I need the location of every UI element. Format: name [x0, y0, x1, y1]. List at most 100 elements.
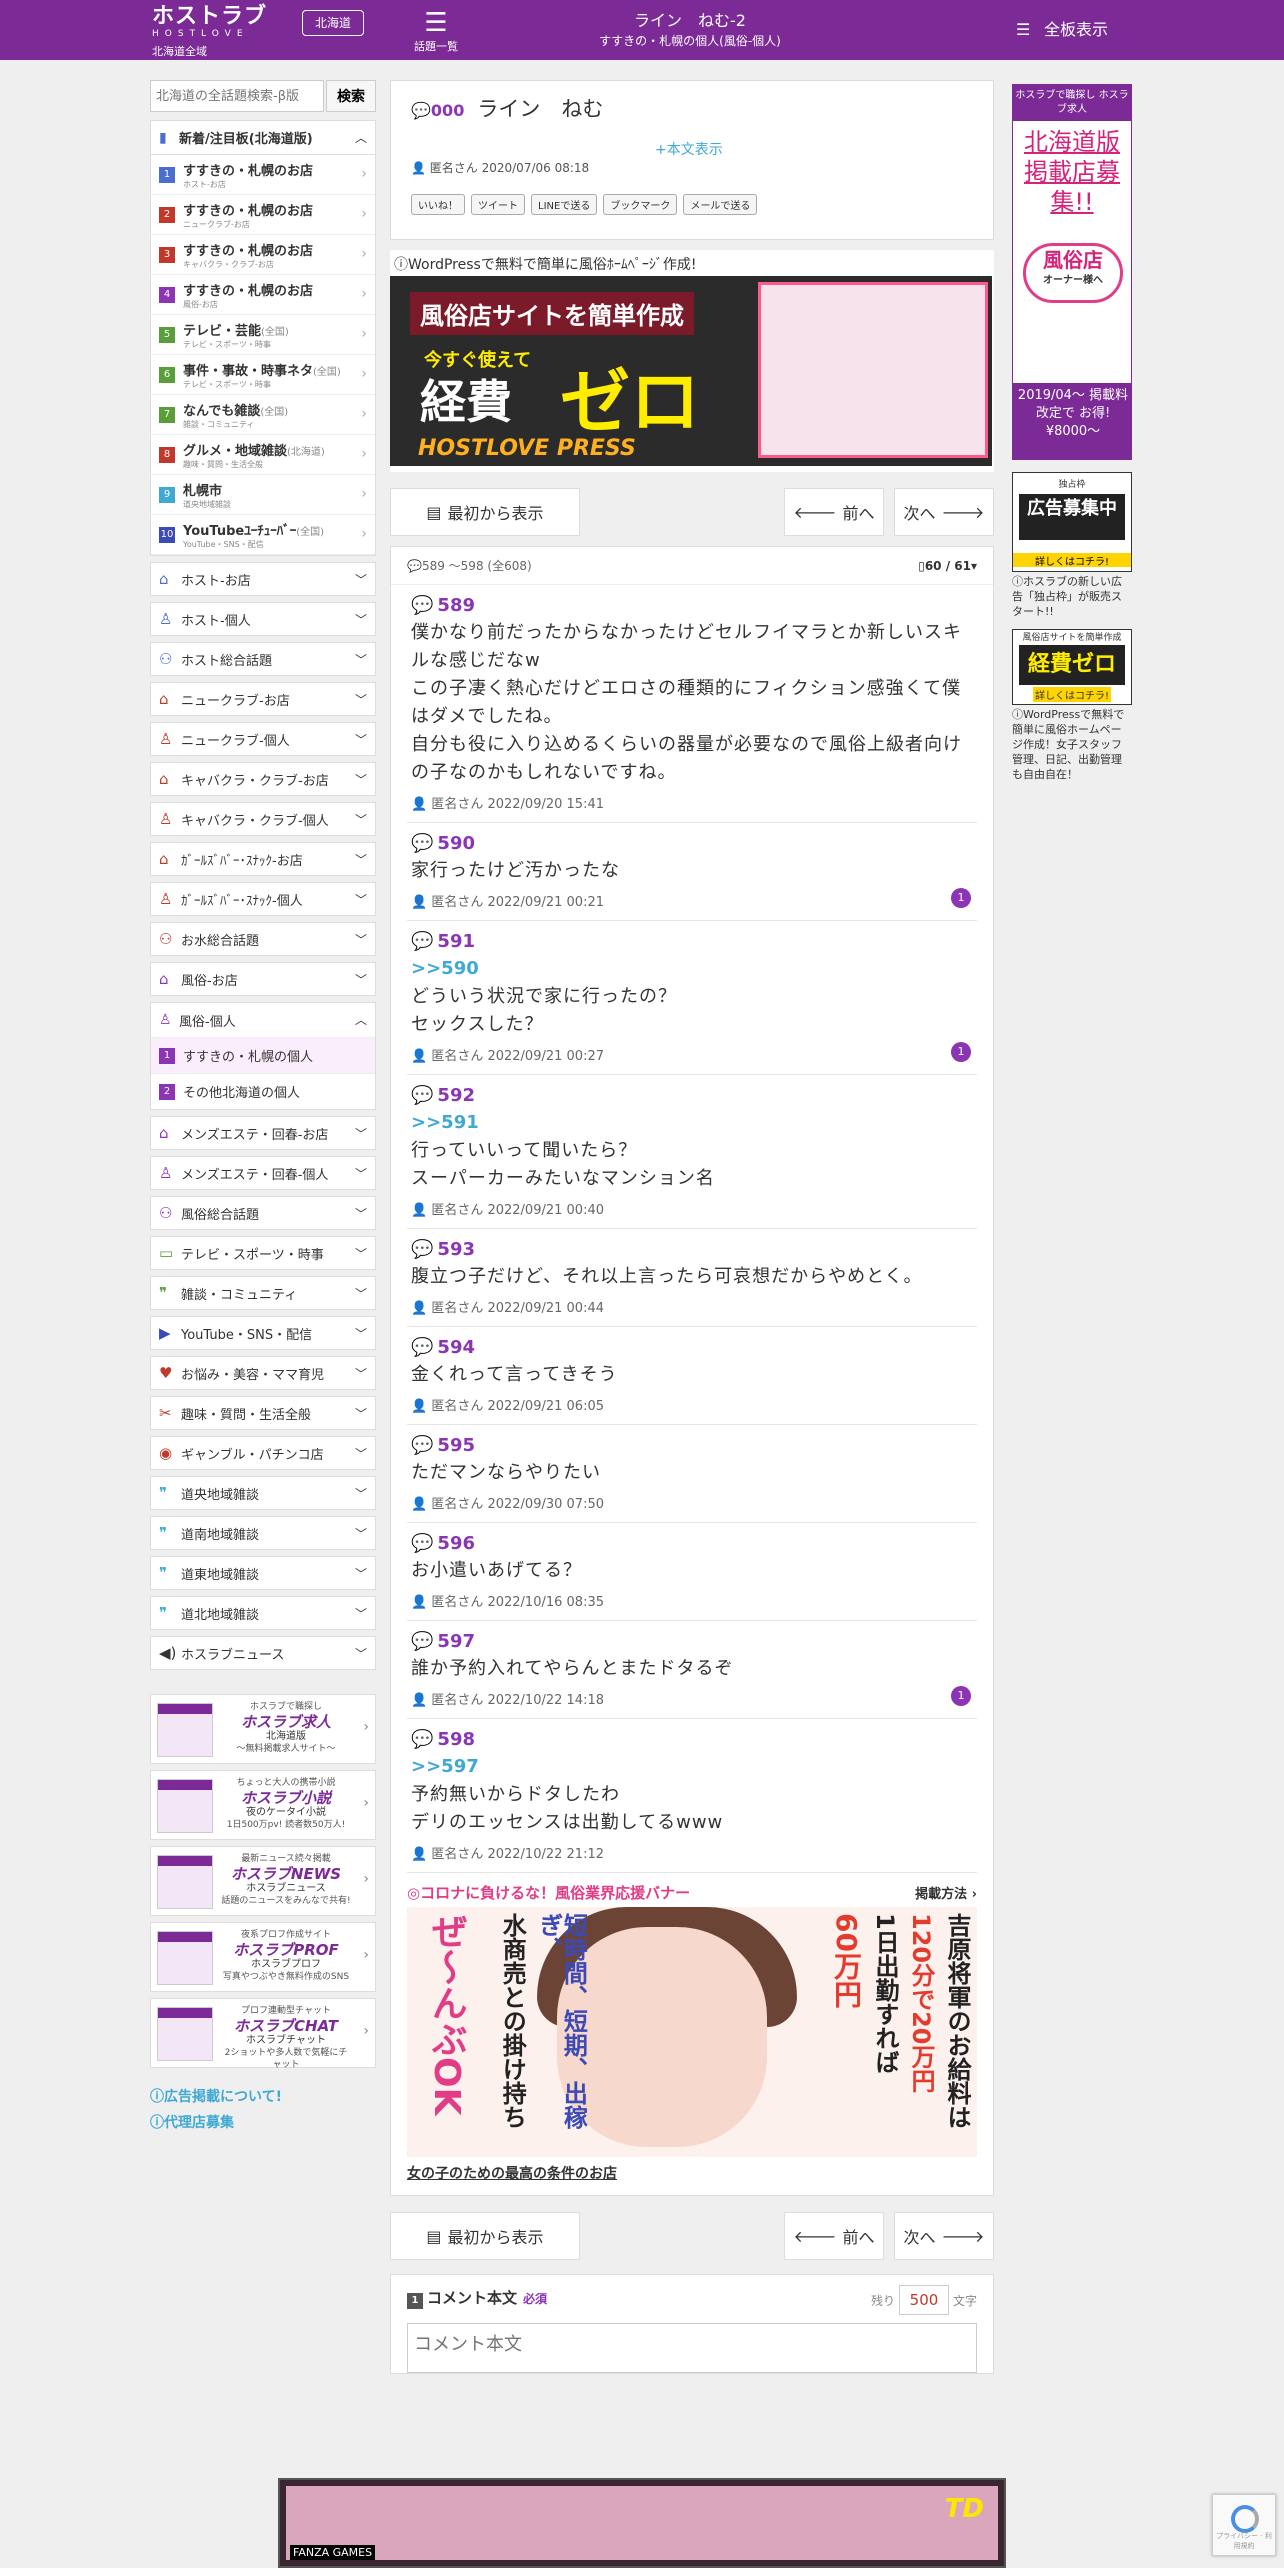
post-number-text: 595	[437, 1435, 475, 1456]
promo-banner[interactable]: ホスラブで職探し ホスラブ求人 北海道版 〜無料掲載求人サイト〜 ›	[150, 1694, 376, 1764]
post-number[interactable]: 💬 597	[411, 1629, 973, 1655]
category-item[interactable]: ⌂ メンズエステ・回春-お店 ﹀	[150, 1116, 376, 1150]
post-number[interactable]: 💬 592	[411, 1083, 973, 1109]
first-page-button-bottom[interactable]: ▤ 最初から表示	[390, 2212, 580, 2260]
post-number[interactable]: 💬 598	[411, 1727, 973, 1753]
reply-count-badge[interactable]: 1	[951, 888, 971, 908]
board-item[interactable]: 1 すすきの・札幌のお店 ホスト-お店 ›	[151, 155, 375, 195]
category-item[interactable]: ▶ YouTube・SNS・配信 ﹀	[150, 1316, 376, 1350]
category-item[interactable]: ⚇ 風俗総合話題 ﹀	[150, 1196, 376, 1230]
board-item[interactable]: 8 グルメ・地域雑談(北海道) 趣味・質問・生活全般 ›	[151, 435, 375, 475]
ad-info-text: 広告掲載について!	[164, 2089, 282, 2105]
board-item[interactable]: 6 事件・事故・時事ネタ(全国) テレビ・スポーツ・時事 ›	[151, 355, 375, 395]
category-item[interactable]: ♙ ニュークラブ-個人 ﹀	[150, 722, 376, 756]
reply-count-badge[interactable]: 1	[951, 1686, 971, 1706]
reply-anchor[interactable]: >>597	[411, 1753, 973, 1781]
facebook-like-button[interactable]: いいね！	[411, 194, 465, 215]
bookmark-button[interactable]: ブックマーク	[603, 194, 678, 215]
board-item[interactable]: 3 すすきの・札幌のお店 キャバクラ・クラブ-お店 ›	[151, 235, 375, 275]
promo-banner[interactable]: 夜系プロフ作成サイト ホスラブPROF ホスラブプロフ 写真やつぶやき無料作成のSNS…	[150, 1922, 376, 1992]
board-item[interactable]: 9 札幌市 道央地域雑談 ›	[151, 475, 375, 515]
first-page-button[interactable]: ▤ 最初から表示	[390, 488, 580, 536]
tweet-button[interactable]: ツイート	[471, 194, 525, 215]
category-item[interactable]: ♙ ホスト-個人 ﹀	[150, 602, 376, 636]
board-item[interactable]: 7 なんでも雑談(全国) 雑談・コミュニティ ›	[151, 395, 375, 435]
category-item[interactable]: ⌂ ｶﾞｰﾙｽﾞﾊﾞｰ･ｽﾅｯｸ-お店 ﹀	[150, 842, 376, 876]
category-item[interactable]: ⌂ 風俗-お店 ﹀	[150, 962, 376, 996]
category-item[interactable]: ❞ 道東地域雑談 ﹀	[150, 1556, 376, 1590]
comment-form: 1 コメント本文 必須 残り 500 文字	[390, 2274, 994, 2374]
region-button[interactable]: 北海道	[302, 10, 364, 36]
post-number[interactable]: 💬 591	[411, 929, 973, 955]
category-item[interactable]: ⚇ お水総合話題 ﹀	[150, 922, 376, 956]
category-item[interactable]: ♙ キャバクラ・クラブ-個人 ﹀	[150, 802, 376, 836]
category-item[interactable]: ⚇ ホスト総合話題 ﹀	[150, 642, 376, 676]
post-number[interactable]: 💬 590	[411, 831, 973, 857]
category-item[interactable]: ✂ 趣味・質問・生活全般 ﹀	[150, 1396, 376, 1430]
promo-banner[interactable]: 最新ニュース続々掲載 ホスラブNEWS ホスラブニュース 話題のニュースをみんなで共有…	[150, 1846, 376, 1916]
exclusive-ad-note[interactable]: ⓘホスラブの新しい広告「独占枠」が販売スタート!!	[1012, 574, 1132, 619]
page-select[interactable]: ▯60 / 61▾	[918, 559, 977, 573]
comment-textarea[interactable]	[407, 2323, 977, 2373]
post-number[interactable]: 💬 593	[411, 1237, 973, 1263]
reply-count-badge[interactable]: 1	[951, 1042, 971, 1062]
ad-info-link[interactable]: ⓘ広告掲載について!	[150, 2084, 376, 2110]
reply-anchor[interactable]: >>591	[411, 1109, 973, 1137]
recaptcha-badge[interactable]: プライバシー - 利用規約	[1212, 2494, 1276, 2556]
subcategory-number: 2	[159, 1083, 175, 1100]
support-banner-image[interactable]: 吉原将軍のお給料は 120分で20万円 1日出勤すれば 60万円 水商売との掛け…	[407, 1907, 977, 2157]
line-share-button[interactable]: LINEで送る	[531, 194, 598, 215]
subcategory-item[interactable]: 1 すすきの・札幌の個人	[151, 1037, 375, 1073]
board-item[interactable]: 5 テレビ・芸能(全国) テレビ・スポーツ・時事 ›	[151, 315, 375, 355]
reply-anchor[interactable]: >>590	[411, 955, 973, 983]
topics-button[interactable]: ☰ 話題一覧	[408, 8, 464, 54]
category-header-open[interactable]: ♙ 風俗-個人 ︿	[151, 1003, 375, 1037]
prev-page-button[interactable]: 🡐 前へ	[784, 488, 884, 536]
category-item[interactable]: ♙ メンズエステ・回春-個人 ﹀	[150, 1156, 376, 1190]
footer-game-banner[interactable]: FANZA GAMES TD	[278, 2478, 1006, 2568]
post-number[interactable]: 💬 594	[411, 1335, 973, 1361]
board-item[interactable]: 10 YouTubeﾕｰﾁｭｰﾊﾞｰ(全国) YouTube・SNS・配信 ›	[151, 515, 375, 555]
category-item[interactable]: ▭ テレビ・スポーツ・時事 ﹀	[150, 1236, 376, 1270]
exclusive-ad[interactable]: 独占枠 広告募集中 詳しくはコチラ!	[1012, 472, 1132, 572]
next-page-button[interactable]: 次へ 🡒	[894, 488, 994, 536]
category-item[interactable]: ⌂ ホスト-お店 ﹀	[150, 562, 376, 596]
category-item[interactable]: ❞ 道北地域雑談 ﹀	[150, 1596, 376, 1630]
site-logo[interactable]: ホストラブ HOSTLOVE 北海道全域	[152, 6, 267, 60]
category-item[interactable]: ♙ ｶﾞｰﾙｽﾞﾊﾞｰ･ｽﾅｯｸ-個人 ﹀	[150, 882, 376, 916]
show-body-link[interactable]: +本文表示	[655, 139, 723, 159]
wordpress-ad[interactable]: ⓘWordPressで無料で簡単に風俗ﾎｰﾑﾍﾟｰｼﾞ作成! 風俗店サイトを簡単…	[390, 250, 994, 472]
support-banner-link[interactable]: 女の子のための最高の条件のお店	[407, 2157, 977, 2183]
search-input[interactable]	[150, 80, 324, 112]
category-item[interactable]: ♥ お悩み・美容・ママ育児 ﹀	[150, 1356, 376, 1390]
category-item[interactable]: ❞ 道央地域雑談 ﹀	[150, 1476, 376, 1510]
full-display-button[interactable]: ☰ 全板表示	[1016, 16, 1108, 40]
category-item[interactable]: ⌂ ニュークラブ-お店 ﹀	[150, 682, 376, 716]
post-number[interactable]: 💬 589	[411, 593, 973, 619]
board-list-header[interactable]: ▮ 新着/注目板(北海道版) ︿	[151, 121, 375, 155]
wp-ad-banner[interactable]: 風俗店サイトを簡単作成 今すぐ使えて 経費 ゼロ HOSTLOVE PRESS	[390, 276, 992, 466]
subcategory-item[interactable]: 2 その他北海道の個人	[151, 1073, 375, 1109]
agency-link[interactable]: ⓘ代理店募集	[150, 2110, 376, 2136]
category-item[interactable]: ◀) ホスラブニュース ﹀	[150, 1636, 376, 1670]
category-item[interactable]: ◉ ギャンブル・パチンコ店 ﹀	[150, 1436, 376, 1470]
category-item[interactable]: ❞ 雑談・コミュニティ ﹀	[150, 1276, 376, 1310]
recruit-ad[interactable]: ホスラブで職探し ホスラブ求人 北海道版掲載店募集!! 風俗店 オーナー様へ 20…	[1012, 84, 1132, 460]
category-item[interactable]: ⌂ キャバクラ・クラブ-お店 ﹀	[150, 762, 376, 796]
board-item[interactable]: 2 すすきの・札幌のお店 ニュークラブ-お店 ›	[151, 195, 375, 235]
post-number[interactable]: 💬 596	[411, 1531, 973, 1557]
post-number[interactable]: 💬 595	[411, 1433, 973, 1459]
next-page-button-bottom[interactable]: 次へ 🡒	[894, 2212, 994, 2260]
promo-line: ちょっと大人の携帯小説	[236, 1778, 336, 1788]
post-item: 💬 592 >>591 行っていいって聞いたら？ スーパーカーみたいなマンション名 👤 匿…	[407, 1075, 977, 1229]
board-item[interactable]: 4 すすきの・札幌のお店 風俗-お店 ›	[151, 275, 375, 315]
prev-page-button-bottom[interactable]: 🡐 前へ	[784, 2212, 884, 2260]
press-ad-note[interactable]: ⓘWordPressで無料で簡単に風俗ホームページ作成！女子スタッフ管理、日記、…	[1012, 707, 1132, 782]
search-button[interactable]: 検索	[326, 80, 376, 112]
promo-banner[interactable]: ちょっと大人の携帯小説 ホスラブ小説 夜のケータイ小説 1日500万pv! 読者数50…	[150, 1770, 376, 1840]
mail-share-button[interactable]: メールで送る	[683, 194, 758, 215]
ad-method-link[interactable]: 掲載方法 ›	[915, 1883, 977, 1902]
promo-banner[interactable]: プロフ連動型チャット ホスラブCHAT ホスラブチャット 2ショットや多人数で気軽にチ…	[150, 1998, 376, 2070]
press-ad[interactable]: 風俗店サイトを簡単作成 経費ゼロ 詳しくはコチラ!	[1012, 629, 1132, 705]
category-item[interactable]: ❞ 道南地域雑談 ﹀	[150, 1516, 376, 1550]
